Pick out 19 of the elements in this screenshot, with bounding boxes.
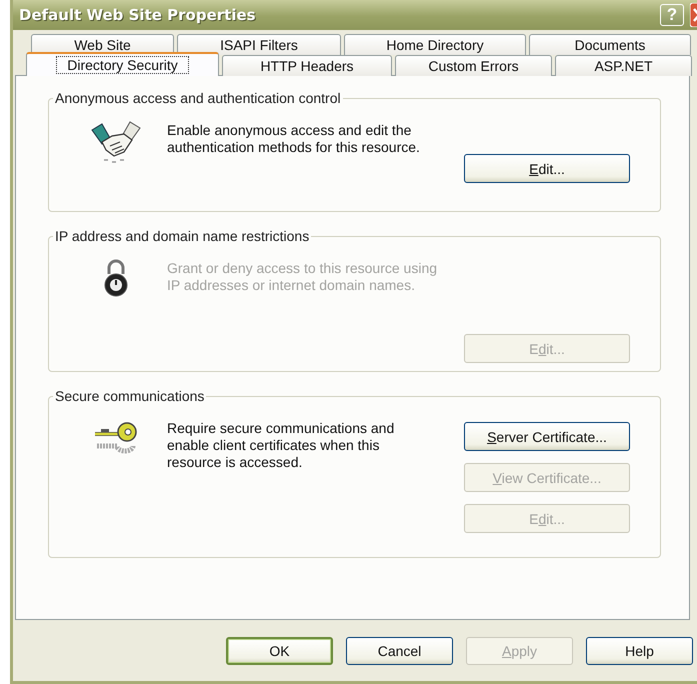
tab[interactable]: Home Directory (344, 34, 526, 55)
dialog-button[interactable]: OK (226, 637, 333, 665)
action-button[interactable]: Server Certificate... (464, 422, 630, 451)
group-title: Secure communications (54, 388, 206, 404)
group-title: Anonymous access and authentication control (54, 90, 342, 106)
dialog-button[interactable]: Help (586, 637, 693, 665)
tab[interactable]: Custom Errors (395, 55, 552, 76)
description-text: Grant or deny access to this resource using IP addresses or internet domain names. (167, 259, 438, 295)
group-title: IP address and domain name restrictions (54, 228, 310, 244)
dialog-button[interactable]: Cancel (346, 637, 453, 665)
tab[interactable]: HTTP Headers (222, 55, 392, 76)
tab[interactable]: Documents (529, 34, 691, 55)
tab[interactable]: Directory Security (26, 52, 219, 76)
tab[interactable]: ISAPI Filters (177, 34, 341, 55)
description-text: Enable anonymous access and edit the authentication methods for this resource. (167, 121, 421, 157)
description-text: Require secure communications and enable client certificates when this resource is accessed. (167, 419, 396, 472)
tab[interactable]: ASP.NET (555, 55, 692, 76)
window-title: Default Web Site Properties (19, 6, 257, 24)
action-button[interactable]: Edit... (464, 154, 630, 183)
